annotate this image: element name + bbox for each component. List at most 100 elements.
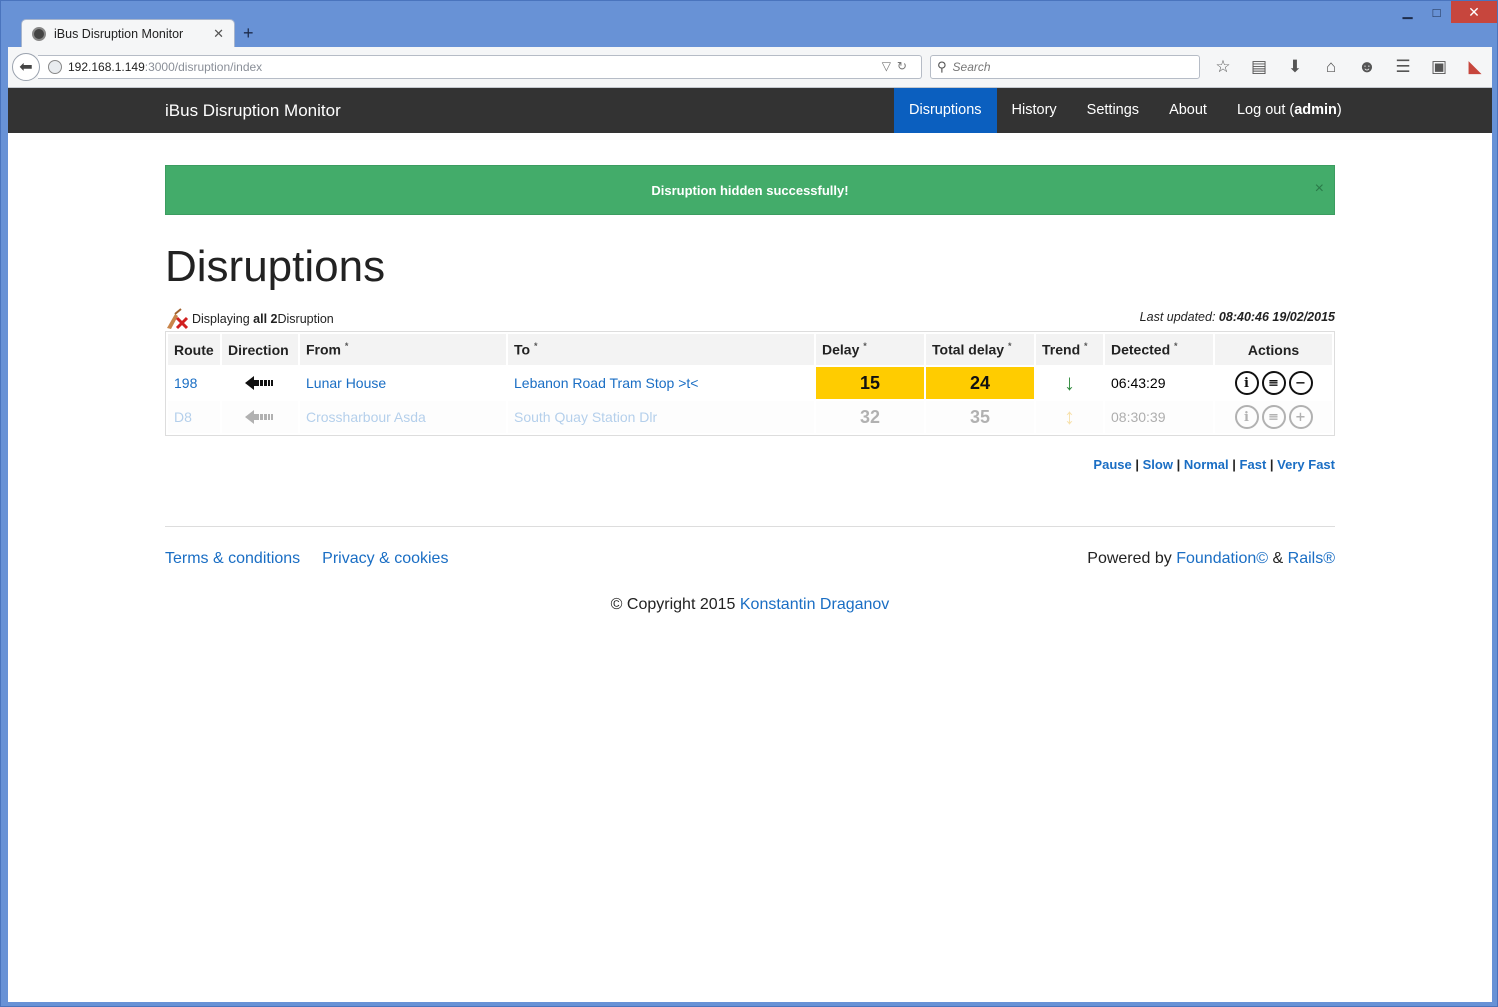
display-count: Displaying all 2 Disruption [165, 308, 334, 330]
bookmark-star-icon[interactable]: ☆ [1212, 57, 1234, 77]
back-button[interactable]: ⬅ [12, 53, 40, 81]
table-row: 198 Lunar House Lebanon Road Tram Stop >… [168, 367, 1332, 399]
info-icon[interactable]: i [1234, 405, 1259, 429]
speed-slow[interactable]: Slow [1143, 457, 1173, 472]
page-viewport: iBus Disruption Monitor Disruptions Hist… [8, 88, 1492, 1002]
header-delay[interactable]: Delay * [816, 334, 924, 365]
disruptions-table: Route Direction From * To * Delay * Tota… [165, 331, 1335, 436]
rails-link[interactable]: Rails® [1288, 550, 1335, 567]
close-window-icon[interactable]: ✕ [1451, 1, 1497, 23]
from-link[interactable]: Lunar House [300, 367, 506, 399]
direction-left-icon [228, 376, 292, 390]
header-trend[interactable]: Trend * [1036, 334, 1103, 365]
direction-left-icon [228, 410, 292, 424]
header-to[interactable]: To * [508, 334, 814, 365]
url-path: :3000/disruption/index [144, 60, 263, 74]
from-link[interactable]: Crossharbour Asda [300, 401, 506, 433]
route-link[interactable]: 198 [168, 367, 220, 399]
header-actions: Actions [1215, 334, 1332, 365]
browser-toolbar-icons: ☆ ▤ ⬇ ⌂ ☻ ☰ ▣ ◣ [1212, 57, 1486, 77]
window-controls: ▁ □ ✕ [1393, 1, 1497, 23]
separator: | [1232, 457, 1236, 472]
clear-filter-icon[interactable] [165, 308, 189, 330]
url-host: 192.168.1.149 [68, 60, 145, 74]
search-input[interactable]: ⚲ Search [930, 55, 1200, 79]
total-delay-value: 24 [926, 367, 1034, 399]
table-header-row: Route Direction From * To * Delay * Tota… [168, 334, 1332, 365]
search-placeholder: Search [952, 60, 991, 74]
direction-cell [222, 367, 298, 399]
extension-k-icon[interactable]: ▣ [1428, 57, 1450, 77]
logout-prefix: Log out ( [1236, 102, 1295, 118]
table-row: D8 Crossharbour Asda South Quay Station … [168, 401, 1332, 433]
display-prefix: Displaying [192, 312, 250, 326]
success-alert: Disruption hidden successfully! × [165, 165, 1335, 215]
nav-logout[interactable]: Log out (admin) [1222, 88, 1357, 133]
detected-time: 06:43:29 [1111, 375, 1166, 391]
menu-icon[interactable]: ☰ [1392, 57, 1414, 77]
hide-icon[interactable]: − [1288, 371, 1313, 395]
privacy-link[interactable]: Privacy & cookies [322, 550, 448, 568]
author-link[interactable]: Konstantin Draganov [740, 596, 889, 613]
direction-cell [222, 401, 298, 433]
speed-very-fast[interactable]: Very Fast [1277, 457, 1335, 472]
brand-title[interactable]: iBus Disruption Monitor [165, 101, 341, 121]
to-link[interactable]: Lebanon Road Tram Stop >t< [508, 367, 814, 399]
comment-icon[interactable]: ≡ [1261, 405, 1286, 429]
favicon-icon [32, 26, 46, 41]
powered-amp: & [1268, 550, 1288, 567]
browser-toolbar: 192.168.1.149:3000/disruption/index ▽↻ ⬅… [8, 47, 1492, 88]
trend-updown-icon: ↕ [1036, 401, 1103, 433]
nav-menu: Disruptions History Settings About Log o… [894, 88, 1357, 133]
last-updated-value: 08:40:46 19/02/2015 [1218, 310, 1335, 324]
tab-title: iBus Disruption Monitor [54, 26, 184, 41]
nav-settings[interactable]: Settings [1072, 88, 1154, 133]
alert-close-icon[interactable]: × [1315, 180, 1324, 198]
search-icon: ⚲ [937, 59, 947, 74]
speed-fast[interactable]: Fast [1240, 457, 1267, 472]
nav-disruptions[interactable]: Disruptions [894, 88, 997, 133]
foundation-link[interactable]: Foundation© [1176, 550, 1268, 567]
reload-icon[interactable]: ▽↻ [882, 59, 913, 73]
comment-icon[interactable]: ≡ [1261, 371, 1286, 395]
display-bold: all 2 [253, 312, 278, 326]
new-tab-icon[interactable]: + [243, 23, 254, 44]
reading-list-icon[interactable]: ▤ [1248, 57, 1270, 77]
logout-user: admin [1294, 102, 1337, 118]
terms-link[interactable]: Terms & conditions [165, 550, 300, 568]
to-link[interactable]: South Quay Station Dlr [508, 401, 814, 433]
page-title: Disruptions [165, 242, 386, 291]
actions-cell: i ≡ − [1215, 367, 1332, 399]
nav-history[interactable]: History [997, 88, 1072, 133]
logout-suffix: ) [1336, 102, 1342, 118]
download-icon[interactable]: ⬇ [1284, 57, 1306, 77]
browser-tab[interactable]: iBus Disruption Monitor ✕ [21, 19, 235, 47]
unhide-icon[interactable]: + [1288, 405, 1313, 429]
detected-time: 08:30:39 [1105, 401, 1213, 433]
extension-red-icon[interactable]: ◣ [1464, 57, 1486, 77]
chat-icon[interactable]: ☻ [1356, 57, 1378, 77]
trend-down-icon: ↓ [1064, 370, 1075, 395]
header-total-delay[interactable]: Total delay * [926, 334, 1034, 365]
header-from[interactable]: From * [300, 334, 506, 365]
route-link[interactable]: D8 [168, 401, 220, 433]
browser-window: ▁ □ ✕ iBus Disruption Monitor ✕ + 192.16… [0, 0, 1498, 1007]
delay-value: 15 [816, 367, 924, 399]
url-bar[interactable]: 192.168.1.149:3000/disruption/index ▽↻ [38, 55, 922, 79]
total-delay-value: 35 [926, 401, 1034, 433]
copyright-prefix: © Copyright 2015 [610, 596, 740, 613]
home-icon[interactable]: ⌂ [1320, 57, 1342, 77]
header-detected[interactable]: Detected * [1105, 334, 1213, 365]
minimize-icon[interactable]: ▁ [1393, 1, 1422, 23]
separator: | [1176, 457, 1181, 472]
display-suffix: Disruption [277, 312, 334, 326]
globe-icon [48, 60, 62, 74]
header-route: Route [168, 334, 220, 365]
close-tab-icon[interactable]: ✕ [213, 26, 224, 42]
speed-normal[interactable]: Normal [1184, 457, 1229, 472]
speed-pause[interactable]: Pause [1093, 457, 1131, 472]
info-icon[interactable]: i [1234, 371, 1259, 395]
separator: | [1135, 457, 1139, 472]
nav-about[interactable]: About [1154, 88, 1222, 133]
maximize-icon[interactable]: □ [1422, 1, 1451, 23]
